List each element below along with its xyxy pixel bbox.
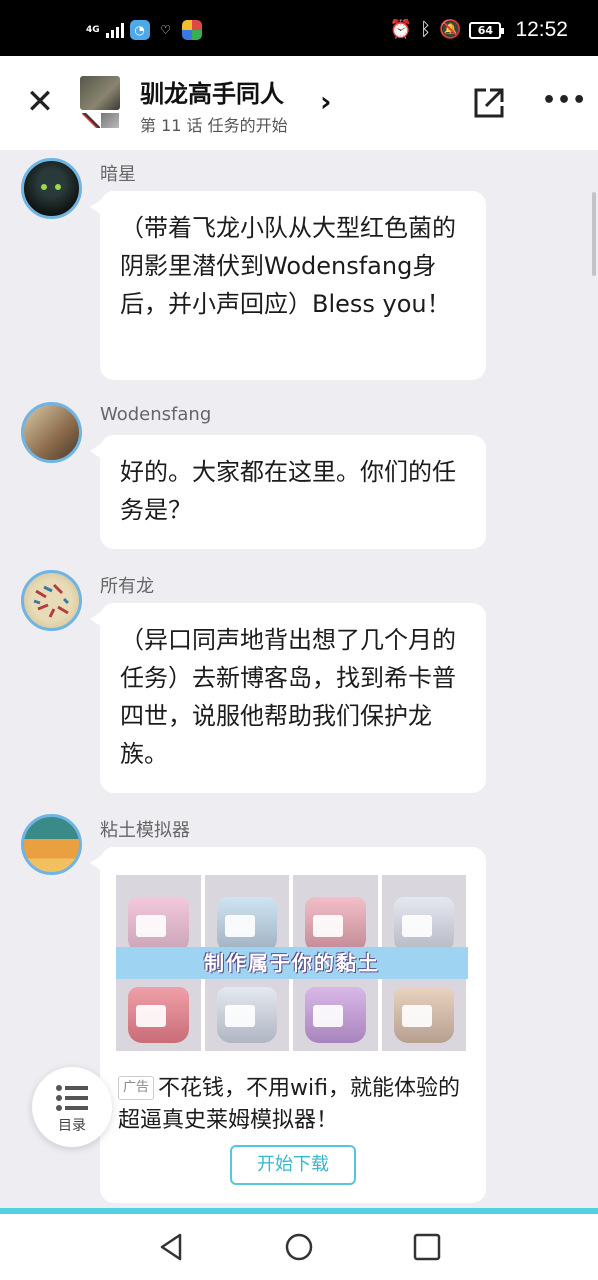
ad-banner-text: 制作属于你的黏土 <box>116 947 468 979</box>
message-bubble: （带着飞龙小队从大型红色菌的阴影里潜伏到Wodensfang身后，并小声回应）B… <box>90 191 486 380</box>
chapter-subtitle[interactable]: 第 11 话 任务的开始 <box>140 112 288 136</box>
avatar[interactable] <box>21 158 82 219</box>
toc-button[interactable]: 目录 <box>32 1067 112 1147</box>
status-bar: 4G ◔ ♡ ⏰ ᛒ 🔕 64 12:52 <box>0 0 598 56</box>
scrollbar[interactable] <box>592 192 596 276</box>
character-thumb-icon <box>82 113 100 128</box>
health-icon: ♡ <box>160 23 172 37</box>
status-left: 4G ◔ ♡ <box>86 20 202 40</box>
network-type: 4G <box>86 24 100 35</box>
toc-label: 目录 <box>58 1118 86 1134</box>
character-thumb-icon <box>101 113 119 128</box>
mute-icon: 🔕 <box>439 19 462 40</box>
signal-icon <box>105 22 124 38</box>
story-title[interactable]: 驯龙高手同人 <box>140 74 284 109</box>
story-cover-image <box>80 76 120 110</box>
close-button[interactable]: ✕ <box>24 85 56 119</box>
status-right: ⏰ ᛒ 🔕 64 12:52 <box>390 18 568 42</box>
alarm-icon: ⏰ <box>389 19 413 40</box>
message-bubble: （异口同声地背出想了几个月的任务）去新博客岛，找到希卡普四世，说服他帮助我们保护… <box>90 603 486 793</box>
ad-text: 不花钱，不用wifi，就能体验的超逼真史莱姆模拟器！ <box>118 1076 460 1133</box>
sender-name: Wodensfang <box>100 404 212 425</box>
home-icon[interactable] <box>284 1232 314 1262</box>
ad-tag: 广告 <box>118 1076 155 1100</box>
avatar[interactable] <box>21 570 82 631</box>
chevron-right-icon[interactable]: › <box>320 87 332 117</box>
share-icon[interactable] <box>472 86 506 120</box>
sender-name: 所有龙 <box>100 576 154 597</box>
app-header: ✕ 驯龙高手同人 第 11 话 任务的开始 › ••• <box>0 56 598 150</box>
clock: 12:52 <box>515 18 568 41</box>
sender-name: 粘土模拟器 <box>100 820 190 841</box>
list-icon <box>56 1085 88 1111</box>
download-button[interactable]: 开始下载 <box>230 1145 356 1185</box>
avatar[interactable] <box>21 814 82 875</box>
back-icon[interactable] <box>156 1232 186 1262</box>
recent-apps-icon[interactable] <box>412 1232 442 1262</box>
sender-name: 暗星 <box>100 164 136 185</box>
more-options-button[interactable]: ••• <box>542 86 587 116</box>
app-logo-icon <box>181 20 202 40</box>
avatar[interactable] <box>21 402 82 463</box>
bluetooth-icon: ᛒ <box>420 19 432 40</box>
battery-icon: 64 <box>469 21 505 39</box>
ad-card[interactable]: 制作属于你的黏土 广告 不花钱，不用wifi，就能体验的超逼真史莱姆模拟器！ 开始… <box>90 847 486 1203</box>
message-bubble: 好的。大家都在这里。你们的任务是？ <box>90 435 486 549</box>
ad-description: 广告 不花钱，不用wifi，就能体验的超逼真史莱姆模拟器！ <box>118 1073 468 1137</box>
system-nav-bar <box>0 1214 598 1280</box>
app-notification-icon: ◔ <box>129 20 150 40</box>
